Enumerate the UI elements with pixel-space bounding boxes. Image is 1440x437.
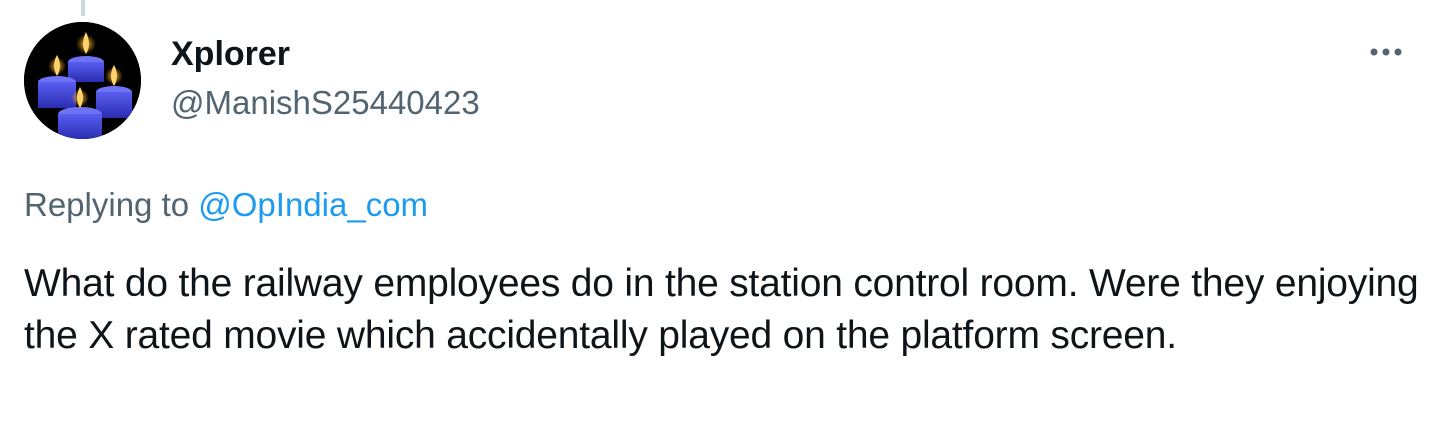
tweet-text: What do the railway employees do in the … — [24, 262, 1419, 357]
replying-to: Replying to @OpIndia_com — [24, 184, 428, 226]
candles-avatar-icon — [24, 22, 141, 139]
more-options-button[interactable] — [1362, 34, 1410, 70]
thread-connector-line — [81, 0, 85, 16]
reply-mention-link[interactable]: @OpIndia_com — [198, 186, 428, 223]
author-display-name[interactable]: Xplorer — [171, 34, 290, 74]
author-handle[interactable]: @ManishS25440423 — [171, 83, 480, 123]
more-horizontal-icon — [1370, 48, 1402, 56]
avatar[interactable] — [24, 22, 141, 139]
replying-to-label: Replying to — [24, 186, 199, 223]
